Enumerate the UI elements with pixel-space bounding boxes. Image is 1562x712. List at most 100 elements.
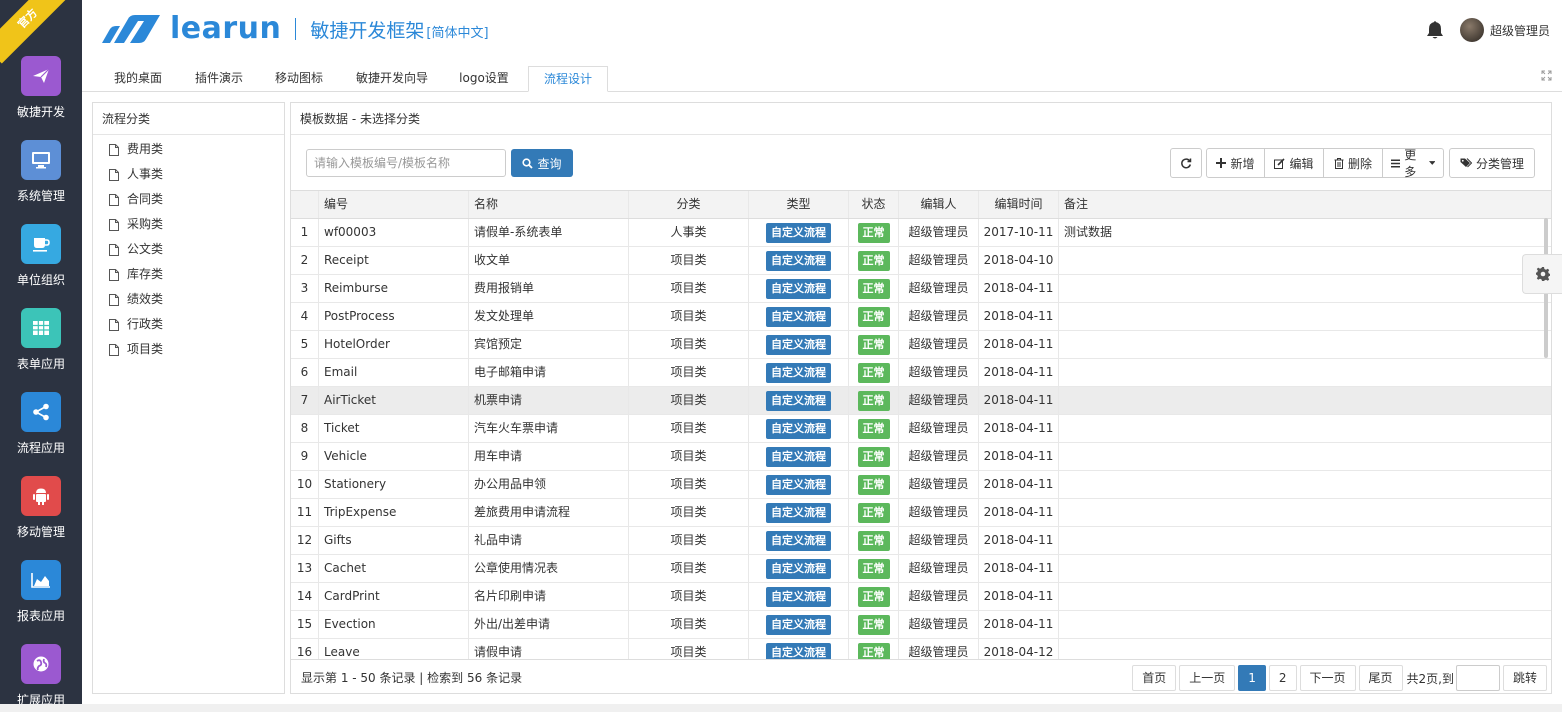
cell-editor: 超级管理员: [899, 359, 979, 386]
tree-item[interactable]: 人事类: [93, 162, 284, 187]
table-row[interactable]: 13 Cachet 公章使用情况表 项目类 自定义流程 正常 超级管理员 2018-04-11: [291, 555, 1551, 583]
column-header: [291, 191, 319, 218]
type-badge: 自定义流程: [766, 586, 831, 607]
avatar[interactable]: [1459, 18, 1484, 42]
column-header[interactable]: 名称: [469, 191, 629, 218]
language-switch[interactable]: [简体中文]: [426, 22, 488, 41]
status-cell: 正常: [849, 471, 899, 498]
table-row[interactable]: 15 Evection 外出/出差申请 项目类 自定义流程 正常 超级管理员 2018-04-…: [291, 611, 1551, 639]
tab-mobile-icons[interactable]: 移动图标: [266, 66, 332, 92]
delete-button[interactable]: 删除: [1323, 148, 1383, 178]
search-button[interactable]: 查询: [511, 149, 573, 177]
table-row[interactable]: 7 AirTicket 机票申请 项目类 自定义流程 正常 超级管理员 2018-04-11: [291, 387, 1551, 415]
app-subtitle: 敏捷开发框架: [310, 19, 425, 42]
file-icon: [109, 343, 119, 356]
column-header[interactable]: 编号: [319, 191, 469, 218]
column-header[interactable]: 编辑人: [899, 191, 979, 218]
cell-code: Ticket: [319, 415, 469, 442]
tab-flow-design[interactable]: 流程设计: [528, 66, 608, 92]
cell-date: 2018-04-11: [979, 331, 1059, 358]
search-input[interactable]: 请输入模板编号/模板名称: [306, 149, 506, 177]
column-header[interactable]: 状态: [849, 191, 899, 218]
tab-my-desktop[interactable]: 我的桌面: [104, 66, 172, 92]
fullscreen-icon[interactable]: [1541, 70, 1552, 81]
sidebar-item-system[interactable]: 系统管理: [0, 140, 82, 224]
bell-icon[interactable]: [1426, 20, 1444, 40]
cell-cat: 项目类: [629, 611, 749, 638]
cell-date: 2018-04-11: [979, 415, 1059, 442]
goto-button[interactable]: 跳转: [1502, 665, 1547, 691]
tree-item[interactable]: 绩效类: [93, 287, 284, 312]
cell-cat: 项目类: [629, 331, 749, 358]
search-button-label: 查询: [537, 156, 562, 171]
tree-item[interactable]: 采购类: [93, 212, 284, 237]
settings-float-button[interactable]: [1522, 254, 1562, 294]
tree-item[interactable]: 合同类: [93, 187, 284, 212]
table-row[interactable]: 8 Ticket 汽车火车票申请 项目类 自定义流程 正常 超级管理员 2018-04-11: [291, 415, 1551, 443]
cell-n: 13: [291, 555, 319, 582]
file-icon: [109, 143, 119, 156]
column-header[interactable]: 编辑时间: [979, 191, 1059, 218]
cell-n: 15: [291, 611, 319, 638]
type-cell: 自定义流程: [749, 639, 849, 659]
cell-n: 3: [291, 275, 319, 302]
tree-item[interactable]: 项目类: [93, 337, 284, 362]
cell-date: 2018-04-11: [979, 583, 1059, 610]
table-row[interactable]: 2 Receipt 收文单 项目类 自定义流程 正常 超级管理员 2018-04-10: [291, 247, 1551, 275]
type-badge: 自定义流程: [766, 334, 831, 355]
cell-note: [1059, 415, 1551, 442]
cell-cat: 项目类: [629, 275, 749, 302]
table-row[interactable]: 6 Email 电子邮箱申请 项目类 自定义流程 正常 超级管理员 2018-04-11: [291, 359, 1551, 387]
last-page-button[interactable]: 尾页: [1358, 665, 1403, 691]
table-row[interactable]: 16 Leave 请假申请 项目类 自定义流程 正常 超级管理员 2018-04-12: [291, 639, 1551, 659]
cell-date: 2017-10-11: [979, 219, 1059, 246]
sidebar-item-mobile[interactable]: 移动管理: [0, 476, 82, 560]
more-button[interactable]: 更多: [1382, 148, 1444, 179]
first-page-button[interactable]: 首页: [1132, 665, 1177, 691]
prev-page-button[interactable]: 上一页: [1179, 665, 1236, 691]
column-header[interactable]: 类型: [749, 191, 849, 218]
table-row[interactable]: 11 TripExpense 差旅费用申请流程 项目类 自定义流程 正常 超级管理员 2018…: [291, 499, 1551, 527]
tree-item[interactable]: 库存类: [93, 262, 284, 287]
page-2-button[interactable]: 2: [1268, 665, 1297, 691]
goto-page-input[interactable]: [1455, 665, 1500, 691]
file-icon: [109, 243, 119, 256]
sidebar-item-flow[interactable]: 流程应用: [0, 392, 82, 476]
table-row[interactable]: 3 Reimburse 费用报销单 项目类 自定义流程 正常 超级管理员 2018-04-11: [291, 275, 1551, 303]
table-row[interactable]: 5 HotelOrder 宾馆预定 项目类 自定义流程 正常 超级管理员 2018-04-11: [291, 331, 1551, 359]
table-row[interactable]: 14 CardPrint 名片印刷申请 项目类 自定义流程 正常 超级管理员 2018-04-…: [291, 583, 1551, 611]
sidebar-item-forms[interactable]: 表单应用: [0, 308, 82, 392]
sidebar-item-reports[interactable]: 报表应用: [0, 560, 82, 644]
tree-item[interactable]: 费用类: [93, 137, 284, 162]
file-icon: [109, 193, 119, 206]
tab-plugin-demo[interactable]: 插件演示: [182, 66, 256, 92]
add-button[interactable]: 新增: [1206, 148, 1265, 178]
tab-logo-settings[interactable]: logo设置: [450, 66, 518, 92]
cell-note: [1059, 275, 1551, 302]
refresh-button[interactable]: [1170, 148, 1202, 178]
category-manage-button[interactable]: 分类管理: [1449, 148, 1535, 178]
tree-item[interactable]: 行政类: [93, 312, 284, 337]
table-row[interactable]: 1 wf00003 请假单-系统表单 人事类 自定义流程 正常 超级管理员 2017-10-1…: [291, 219, 1551, 247]
page-1-button[interactable]: 1: [1238, 665, 1266, 691]
table-row[interactable]: 4 PostProcess 发文处理单 项目类 自定义流程 正常 超级管理员 2018-04-…: [291, 303, 1551, 331]
tab-agile-wizard[interactable]: 敏捷开发向导: [344, 66, 440, 92]
tree-item-label: 公文类: [127, 242, 164, 256]
official-ribbon: 官方: [0, 0, 73, 64]
tree-item[interactable]: 公文类: [93, 237, 284, 262]
type-cell: 自定义流程: [749, 611, 849, 638]
status-cell: 正常: [849, 275, 899, 302]
column-header[interactable]: 分类: [629, 191, 749, 218]
table-row[interactable]: 9 Vehicle 用车申请 项目类 自定义流程 正常 超级管理员 2018-04-11: [291, 443, 1551, 471]
type-badge: 自定义流程: [766, 306, 831, 327]
sidebar-item-org[interactable]: 单位组织: [0, 224, 82, 308]
user-name[interactable]: 超级管理员: [1490, 22, 1550, 39]
column-header[interactable]: 备注: [1059, 191, 1551, 218]
edit-button[interactable]: 编辑: [1264, 148, 1324, 178]
table-row[interactable]: 10 Stationery 办公用品申领 项目类 自定义流程 正常 超级管理员 2018-04…: [291, 471, 1551, 499]
next-page-button[interactable]: 下一页: [1299, 665, 1356, 691]
sidebar-item-extend[interactable]: 扩展应用: [0, 644, 82, 712]
sidebar-item-agile-dev[interactable]: 敏捷开发: [0, 56, 82, 140]
table-row[interactable]: 12 Gifts 礼品申请 项目类 自定义流程 正常 超级管理员 2018-04-11: [291, 527, 1551, 555]
cell-date: 2018-04-11: [979, 303, 1059, 330]
